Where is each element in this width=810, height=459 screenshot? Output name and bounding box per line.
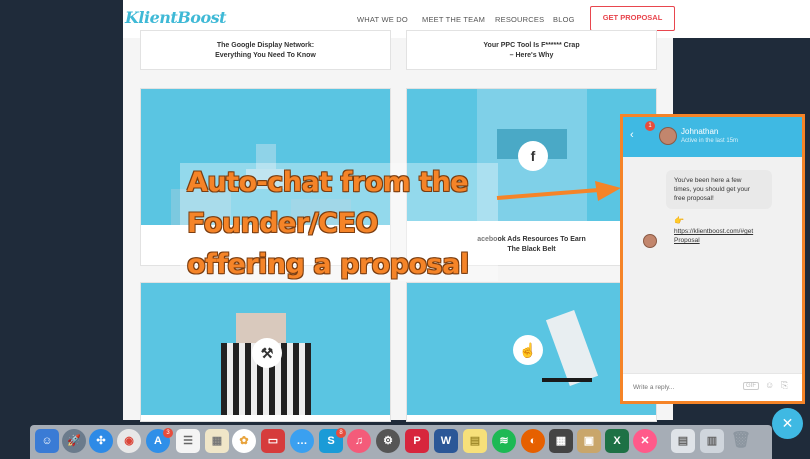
pointing-hand-icon: 👉 xyxy=(674,216,684,225)
safari-icon[interactable]: ✣ xyxy=(89,429,113,453)
excel-icon[interactable]: X xyxy=(605,429,629,453)
documents-folder-icon[interactable]: ▤ xyxy=(671,429,695,453)
get-proposal-button[interactable]: GET PROPOSAL xyxy=(590,6,675,31)
reminders-icon[interactable]: ☰ xyxy=(176,429,200,453)
skype-badge: 8 xyxy=(336,428,346,438)
screenshots-folder-icon[interactable]: ▥ xyxy=(700,429,724,453)
blog-card-referee[interactable]: ⚒ xyxy=(140,282,391,422)
image-capture-icon[interactable]: ▣ xyxy=(577,429,601,453)
emoji-icon[interactable]: ☺ xyxy=(765,380,774,390)
chat-link-message: 👉 https://klientboost.com/#get Proposal xyxy=(666,210,772,251)
finder-icon[interactable]: ☺ xyxy=(35,429,59,453)
notes-icon[interactable]: ▤ xyxy=(463,429,487,453)
agent-avatar xyxy=(659,127,677,145)
blog-card-ppc-tool[interactable]: Your PPC Tool Is F****** Crap – Here's W… xyxy=(406,30,657,70)
annotation-line-1: Auto-chat from the xyxy=(187,167,469,198)
nav-resources[interactable]: RESOURCES xyxy=(495,15,544,24)
nav-meet-the-team[interactable]: MEET THE TEAM xyxy=(422,15,485,24)
card-title: Your PPC Tool Is F****** Crap – Here's W… xyxy=(483,42,580,59)
trash-icon[interactable]: 🗑 xyxy=(729,429,753,453)
proposal-link[interactable]: https://klientboost.com/#get xyxy=(674,227,764,236)
facebook-icon: f xyxy=(518,141,548,171)
gavel-icon: ⚒ xyxy=(252,338,282,368)
chat-message: You've been here a few times, you should… xyxy=(666,170,772,209)
itunes-icon[interactable]: ♫ xyxy=(347,429,371,453)
agent-status: Active in the last 15m xyxy=(681,138,739,144)
spotify-icon[interactable]: ≋ xyxy=(492,429,516,453)
macos-dock xyxy=(30,425,772,459)
back-arrow-icon[interactable]: ‹ xyxy=(630,129,634,141)
chat-header: ‹ 1 Johnathan Active in the last 15m xyxy=(623,117,802,157)
nav-what-we-do[interactable]: WHAT WE DO xyxy=(357,15,408,24)
chat-messages: You've been here a few times, you should… xyxy=(623,157,802,373)
tap-icon: ☝ xyxy=(513,335,543,365)
chat-close-button[interactable]: ✕ xyxy=(772,408,803,439)
chrome-icon[interactable]: ◉ xyxy=(117,429,141,453)
site-logo[interactable]: KlientBoost xyxy=(125,8,227,27)
agent-avatar-small xyxy=(643,234,657,248)
agent-name: Johnathan xyxy=(681,127,719,136)
powerpoint-icon[interactable]: P xyxy=(405,429,429,453)
proposal-link-cont[interactable]: Proposal xyxy=(674,236,764,245)
firefox-icon[interactable]: ◐ xyxy=(521,429,545,453)
unread-badge: 1 xyxy=(645,121,655,131)
messages-icon[interactable]: … xyxy=(290,429,314,453)
word-icon[interactable]: W xyxy=(434,429,458,453)
kiss-app-icon[interactable]: ✕ xyxy=(633,429,657,453)
calculator-icon[interactable]: ▦ xyxy=(549,429,573,453)
nav-blog[interactable]: BLOG xyxy=(553,15,575,24)
attachment-icon[interactable]: ⎘ xyxy=(781,380,788,391)
chat-widget[interactable]: ‹ 1 Johnathan Active in the last 15m You… xyxy=(620,114,805,404)
photos-icon[interactable]: ✿ xyxy=(232,429,256,453)
annotation-line-2: Founder/CEO xyxy=(187,208,378,239)
annotation-arrow xyxy=(496,181,621,201)
reply-input[interactable] xyxy=(633,380,728,394)
blog-card-gdn[interactable]: The Google Display Network: Everything Y… xyxy=(140,30,391,70)
presentation-icon[interactable]: ▭ xyxy=(261,429,285,453)
annotation-line-3: offering a proposal xyxy=(187,249,469,280)
app-store-badge: 3 xyxy=(163,428,173,438)
card-title: The Google Display Network: Everything Y… xyxy=(215,42,316,59)
system-preferences-icon[interactable]: ⚙ xyxy=(376,429,400,453)
launchpad-icon[interactable]: 🚀 xyxy=(62,429,86,453)
gif-icon[interactable]: GIF xyxy=(743,382,759,390)
chat-reply-bar[interactable]: GIF ☺ ⎘ xyxy=(623,373,802,401)
preview-icon[interactable]: ▦ xyxy=(205,429,229,453)
